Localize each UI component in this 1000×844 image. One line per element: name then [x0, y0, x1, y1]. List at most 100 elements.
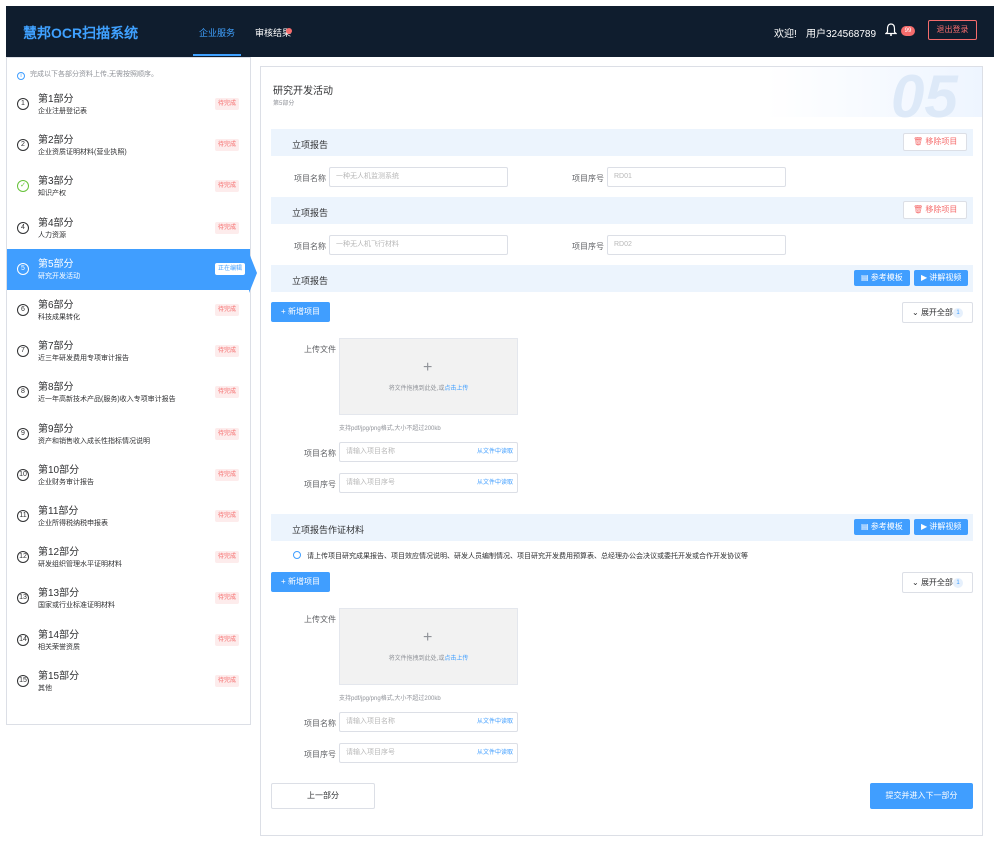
sidebar-item-part-10[interactable]: 10 第10部分 企业财务审计报告 待完成 — [7, 455, 250, 496]
read-from-file-link[interactable]: 从文件中读取 — [477, 443, 513, 461]
sidebar-item-part-4[interactable]: 4 第4部分 人力资源 待完成 — [7, 208, 250, 249]
sidebar-item-part-3[interactable]: ✓ 第3部分 知识产权 待完成 — [7, 166, 250, 207]
nav-active-underline — [193, 54, 241, 56]
project-code-label: 项目序号 — [304, 480, 336, 489]
project-name-input[interactable]: 一种无人机飞行材料 — [329, 235, 508, 255]
section-header-3: 立项报告 ▤ 参考模板 ▶ 讲解视频 — [271, 265, 973, 292]
step-number: 9 — [17, 427, 29, 440]
step-number: 10 — [17, 468, 29, 481]
sidebar-item-part-1[interactable]: 1 第1部分 企业注册登记表 待完成 — [7, 84, 250, 125]
upload-label: 上传文件 — [304, 345, 336, 354]
project-code-input[interactable]: 请输入项目序号 从文件中读取 — [339, 473, 518, 493]
sidebar-item-subtitle: 研发组织管理水平证明材料 — [38, 561, 122, 569]
click-upload-link[interactable]: 点击上传 — [444, 656, 468, 662]
step-number: 15 — [17, 674, 29, 687]
sidebar: i 完成以下各部分资料上传,无需按照顺序。 1 第1部分 企业注册登记表 待完成 2 第2部… — [6, 57, 251, 725]
project-code-input[interactable]: RD02 — [607, 235, 786, 255]
sidebar-item-part-9[interactable]: 9 第9部分 资产和销售收入成长性指标情况说明 待完成 — [7, 414, 250, 455]
click-upload-link[interactable]: 点击上传 — [444, 386, 468, 392]
upload-label: 上传文件 — [304, 615, 336, 624]
remove-label: 移除项目 — [925, 205, 958, 214]
upload-instruction: 将文件拖拽到此处,或 — [388, 656, 445, 662]
project-name-label: 项目名称 — [304, 449, 336, 458]
submit-next-button[interactable]: 提交并进入下一部分 — [870, 783, 973, 809]
sidebar-item-subtitle: 其他 — [38, 684, 52, 692]
sidebar-item-part-6[interactable]: 6 第6部分 科技成果转化 待完成 — [7, 290, 250, 331]
top-bar: 慧邦OCR扫描系统 企业服务 审核结果 欢迎! 用户324568789 99 退… — [6, 6, 994, 57]
project-name-label: 项目名称 — [294, 242, 326, 251]
upload-dropzone[interactable]: + 将文件拖拽到此处,或点击上传 — [339, 608, 518, 685]
plus-icon: + — [423, 359, 433, 376]
username[interactable]: 用户324568789 — [806, 25, 876, 40]
sidebar-item-title: 第5部分 — [38, 258, 74, 270]
sidebar-item-title: 第3部分 — [38, 176, 74, 188]
project-name-input[interactable]: 请输入项目名称 从文件中读取 — [339, 442, 518, 462]
read-from-file-link[interactable]: 从文件中读取 — [477, 474, 513, 492]
sidebar-item-part-11[interactable]: 11 第11部分 企业所得税纳税申报表 待完成 — [7, 496, 250, 537]
step-number: 1 — [17, 98, 29, 110]
sidebar-item-title: 第2部分 — [38, 135, 74, 147]
tutorial-video-button[interactable]: ▶ 讲解视频 — [914, 270, 969, 286]
sidebar-item-subtitle: 资产和销售收入成长性指标情况说明 — [38, 437, 150, 445]
upload-instruction: 将文件拖拽到此处,或 — [388, 386, 445, 392]
sidebar-item-title: 第6部分 — [38, 300, 74, 311]
sidebar-item-subtitle: 科技成果转化 — [38, 314, 80, 321]
sidebar-item-part-12[interactable]: 12 第12部分 研发组织管理水平证明材料 待完成 — [7, 537, 250, 578]
upload-hint: 支持pdf/jpg/png格式,大小不超过200kb — [339, 696, 441, 702]
project-code-label: 项目序号 — [572, 174, 604, 183]
read-from-file-link[interactable]: 从文件中读取 — [477, 744, 513, 762]
sidebar-item-part-15[interactable]: 15 第15部分 其他 待完成 — [7, 661, 250, 702]
expand-all-button[interactable]: ⌄ 展开全部 1 — [902, 302, 973, 323]
sidebar-item-title: 第13部分 — [38, 588, 80, 600]
review-dot-badge — [286, 28, 292, 34]
step-number: 7 — [17, 345, 29, 358]
sidebar-item-subtitle: 知识产权 — [38, 190, 66, 198]
page-subtitle: 第5部分 — [273, 101, 295, 107]
sidebar-item-part-14[interactable]: 14 第14部分 相关荣誉资质 待完成 — [7, 620, 250, 661]
sidebar-tip: i 完成以下各部分资料上传,无需按照顺序。 — [17, 69, 158, 80]
logout-button[interactable]: 退出登录 — [928, 20, 977, 40]
nav-enterprise-service[interactable]: 企业服务 — [199, 26, 235, 39]
step-number: 2 — [17, 139, 29, 152]
sidebar-item-part-7[interactable]: 7 第7部分近三年研发费用专项审计报告 待完成 — [7, 331, 250, 372]
sidebar-item-part-8[interactable]: 8 第8部分 近一年高新技术产品(服务)收入专项审计报告 待完成 — [7, 372, 250, 413]
sidebar-item-subtitle: 企业所得税纳税申报表 — [38, 520, 108, 527]
status-badge: 待完成 — [215, 345, 240, 358]
status-badge: 待完成 — [215, 386, 240, 399]
project-name-input[interactable]: 请输入项目名称 从文件中读取 — [339, 712, 518, 732]
sidebar-item-part-5[interactable]: 5 第5部分 研究开发活动 正在编辑 — [7, 248, 250, 290]
sidebar-item-title: 第7部分 — [38, 341, 74, 353]
project-code-label: 项目序号 — [304, 750, 336, 759]
project-code-input[interactable]: 请输入项目序号 从文件中读取 — [339, 743, 518, 763]
bell-icon[interactable] — [885, 23, 897, 36]
reference-template-button[interactable]: ▤ 参考模板 — [854, 270, 910, 286]
add-project-button[interactable]: + 新增项目 — [271, 572, 330, 592]
sidebar-item-subtitle: 近三年研发费用专项审计报告 — [38, 355, 129, 363]
tutorial-video-button[interactable]: ▶ 讲解视频 — [914, 519, 969, 535]
project-code-input[interactable]: RD01 — [607, 167, 786, 187]
remove-project-button[interactable]: 🗑 移除项目 — [903, 201, 968, 219]
expand-count-badge: 1 — [953, 578, 963, 588]
project-name-input[interactable]: 一种无人机监测系统 — [329, 167, 508, 187]
expand-all-button[interactable]: ⌄ 展开全部 1 — [902, 572, 973, 593]
add-project-button[interactable]: + 新增项目 — [271, 302, 330, 322]
upload-dropzone[interactable]: + 将文件拖拽到此处,或点击上传 — [339, 338, 518, 415]
step-number: 13 — [17, 592, 29, 605]
sidebar-item-title: 第12部分 — [38, 547, 80, 559]
status-badge: 待完成 — [215, 139, 240, 152]
evidence-note: 请上传项目研究成果报告、项目效应情况说明、研发人员编制情况、项目研究开发费用预算… — [293, 551, 748, 561]
reference-template-button[interactable]: ▤ 参考模板 — [854, 519, 910, 535]
read-from-file-link[interactable]: 从文件中读取 — [477, 713, 513, 731]
section-title: 立项报告 — [292, 276, 329, 286]
project-name-label: 项目名称 — [304, 719, 336, 728]
step-number: 11 — [17, 510, 29, 522]
section-title: 立项报告作证材料 — [292, 525, 365, 535]
remove-project-button[interactable]: 🗑 移除项目 — [903, 133, 968, 151]
previous-part-button[interactable]: 上一部分 — [271, 783, 375, 809]
status-badge: 待完成 — [215, 427, 240, 440]
section-title: 立项报告 — [292, 140, 329, 150]
project-name-label: 项目名称 — [294, 174, 326, 183]
sidebar-tip-text: 完成以下各部分资料上传,无需按照顺序。 — [30, 71, 158, 78]
sidebar-item-part-13[interactable]: 13 第13部分 国家或行业标准证明材料 待完成 — [7, 578, 250, 619]
sidebar-item-part-2[interactable]: 2 第2部分 企业资质证明材料(营业执照) 待完成 — [7, 125, 250, 166]
